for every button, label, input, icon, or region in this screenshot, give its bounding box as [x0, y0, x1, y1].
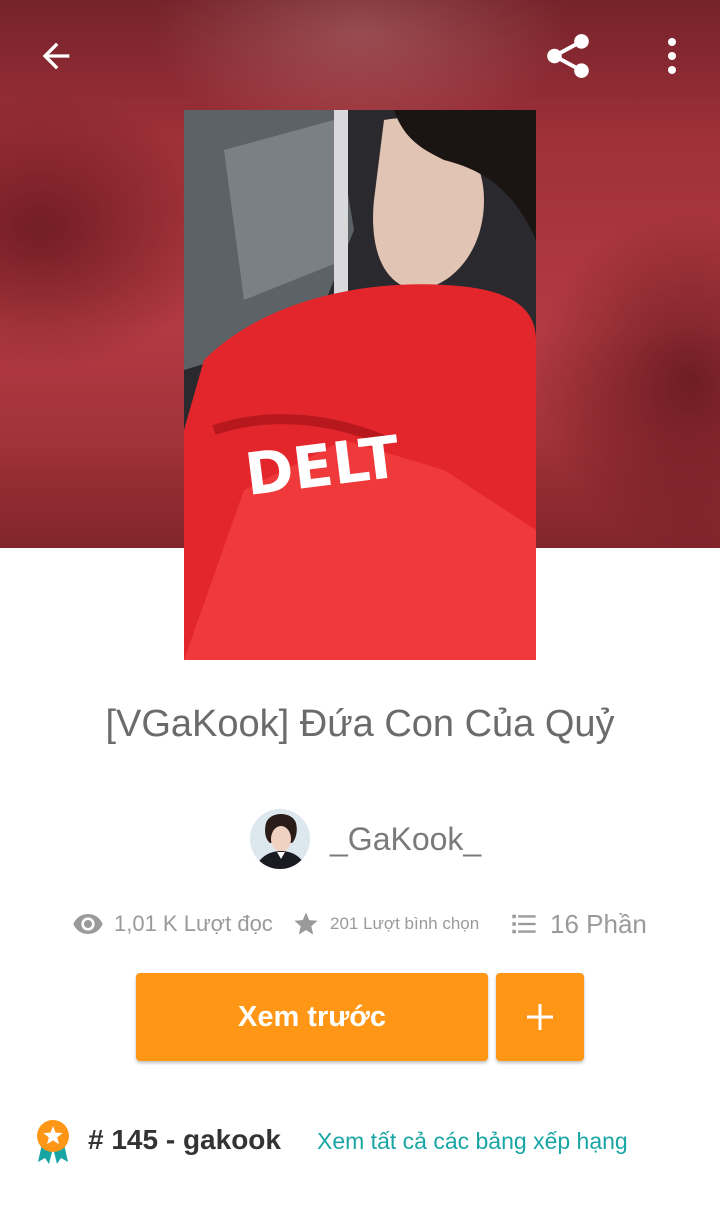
back-button[interactable] — [28, 28, 84, 84]
votes-count: 201 Lượt bình chọn — [330, 914, 480, 933]
story-title: [VGaKook] Đứa Con Của Quỷ — [105, 703, 615, 745]
parts-count: 16 Phần — [550, 908, 647, 939]
plus-icon — [527, 1004, 553, 1030]
share-button[interactable] — [540, 28, 596, 84]
story-stats: 1,01 K Lượt đọc 201 Lượt bình chọn 16 Ph… — [0, 902, 720, 946]
list-icon — [512, 914, 536, 934]
votes-stat: 201 Lượt bình chọn — [292, 902, 479, 946]
preview-button[interactable]: Xem trước — [136, 973, 488, 1061]
share-icon — [547, 34, 589, 78]
star-icon — [294, 912, 318, 935]
ranking-row: # 145 - gakook Xem tất cả các bảng xếp h… — [0, 1118, 720, 1168]
story-cover-image[interactable]: DELT — [184, 110, 536, 660]
rank-label: # 145 - gakook — [88, 1124, 281, 1155]
parts-stat: 16 Phần — [510, 902, 647, 946]
eye-icon — [73, 914, 103, 934]
author-name[interactable]: _GaKook_ — [330, 821, 481, 858]
arrow-left-icon — [42, 42, 70, 70]
cover-photo: DELT — [184, 110, 536, 660]
more-options-button[interactable] — [644, 28, 700, 84]
add-to-library-button[interactable] — [496, 973, 584, 1061]
more-vertical-icon — [668, 38, 676, 74]
rank-badge-icon — [37, 1120, 69, 1164]
avatar-image — [250, 809, 310, 869]
author-row[interactable]: _GaKook_ — [250, 808, 481, 870]
reads-count: 1,01 K Lượt đọc — [114, 911, 273, 936]
author-avatar[interactable] — [250, 809, 310, 869]
view-all-rankings-link[interactable]: Xem tất cả các bảng xếp hạng — [317, 1128, 628, 1155]
reads-stat: 1,01 K Lượt đọc — [72, 902, 273, 946]
